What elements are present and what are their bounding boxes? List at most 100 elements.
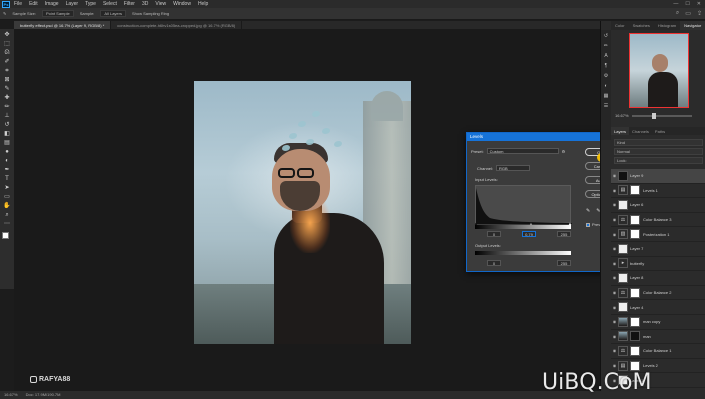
menu-filter[interactable]: Filter [124, 1, 135, 7]
layer-row[interactable]: ◉ ⚖ Color Balance 3 [611, 213, 705, 228]
navigator-thumbnail[interactable] [629, 33, 689, 108]
levels-titlebar[interactable]: Levels ✕ [467, 133, 621, 141]
black-input-slider[interactable]: ▲ [474, 221, 478, 226]
sample-select[interactable]: All Layers [100, 10, 126, 17]
workspace-icon[interactable]: ▭ [685, 10, 691, 17]
layer-row[interactable]: ◉ Layer 6 [611, 198, 705, 213]
menu-layer[interactable]: Layer [66, 1, 79, 7]
gradient-tool-icon[interactable]: ▤ [3, 140, 12, 147]
tab-paths[interactable]: Paths [652, 127, 668, 135]
output-black-value[interactable]: 0 [487, 260, 501, 266]
adjustments-icon[interactable]: ◐ [604, 83, 607, 89]
tab-channels[interactable]: Channels [629, 127, 652, 135]
hand-tool-icon[interactable]: ✋ [3, 203, 12, 210]
styles-icon[interactable]: ▦ [604, 93, 609, 99]
frame-tool-icon[interactable]: ⊠ [3, 77, 12, 84]
move-tool-icon[interactable]: ✥ [3, 32, 12, 39]
menu-file[interactable]: File [14, 1, 22, 7]
layer-row[interactable]: ◉ ▸ butterfly [611, 257, 705, 272]
zoom-tool-icon[interactable]: ⌕ [3, 212, 12, 219]
maximize-icon[interactable]: ☐ [685, 1, 689, 7]
visibility-eye-icon[interactable]: ◉ [611, 348, 618, 353]
menu-3d[interactable]: 3D [142, 1, 148, 7]
zoom-knob[interactable] [651, 112, 656, 119]
layer-row[interactable]: ◉ ⚖ Color Balance 1 [611, 344, 705, 359]
brush-tool-icon[interactable]: ✏ [3, 104, 12, 111]
layer-row[interactable]: ◉ man copy [611, 315, 705, 330]
history-icon[interactable]: ↺ [604, 33, 608, 39]
share-icon[interactable]: ⇪ [697, 10, 702, 17]
quick-select-tool-icon[interactable]: ✐ [3, 59, 12, 66]
shape-tool-icon[interactable]: ▭ [3, 194, 12, 201]
lock-controls[interactable]: Lock: [614, 157, 703, 164]
navigator-zoom-value[interactable]: 16.67% [615, 113, 629, 118]
white-input-slider[interactable]: ▲ [568, 221, 572, 226]
color-swatches[interactable] [2, 232, 12, 242]
tab-construction[interactable]: construction-complete-h6hv1s05ea-cropped… [111, 21, 243, 29]
healing-tool-icon[interactable]: ✚ [3, 95, 12, 102]
menu-type[interactable]: Type [85, 1, 96, 7]
layer-row[interactable]: ◉ Layer 4 [611, 300, 705, 315]
blend-mode-select[interactable]: Normal [614, 148, 703, 155]
eyedropper-tool-icon[interactable]: ✎ [3, 86, 12, 93]
eraser-tool-icon[interactable]: ◧ [3, 131, 12, 138]
menu-help[interactable]: Help [198, 1, 208, 7]
visibility-eye-icon[interactable]: ◉ [611, 290, 618, 295]
preview-checkbox[interactable] [586, 222, 590, 227]
path-select-tool-icon[interactable]: ➤ [3, 185, 12, 192]
dodge-tool-icon[interactable]: ◐ [3, 158, 12, 165]
marquee-tool-icon[interactable]: ⬚ [3, 41, 12, 48]
properties-icon[interactable]: ⚙ [604, 73, 608, 79]
menu-edit[interactable]: Edit [29, 1, 38, 7]
gray-input-slider[interactable]: ▲ [529, 221, 533, 226]
tab-color[interactable]: Color [611, 21, 629, 30]
preset-options-icon[interactable]: ⚙ [562, 149, 566, 154]
input-white-value[interactable]: 255 [557, 231, 571, 237]
zoom-slider[interactable] [631, 112, 692, 119]
visibility-eye-icon[interactable]: ◉ [611, 305, 618, 310]
visibility-eye-icon[interactable]: ◉ [611, 363, 618, 368]
tab-histogram[interactable]: Histogram [654, 21, 680, 30]
stamp-tool-icon[interactable]: ⊥ [3, 113, 12, 120]
preset-select[interactable]: Custom [486, 148, 559, 154]
visibility-eye-icon[interactable]: ◉ [611, 246, 618, 251]
type-tool-icon[interactable]: T [3, 176, 12, 183]
input-gamma-value[interactable]: 0,79 [522, 231, 536, 237]
layer-row[interactable]: ◉ ▥ Posterization 1 [611, 227, 705, 242]
visibility-eye-icon[interactable]: ◉ [611, 202, 618, 207]
visibility-eye-icon[interactable]: ◉ [611, 173, 618, 178]
visibility-eye-icon[interactable]: ◉ [611, 319, 618, 324]
pen-tool-icon[interactable]: ✒ [3, 167, 12, 174]
paragraph-icon[interactable]: ¶ [605, 63, 608, 69]
brush-settings-icon[interactable]: ✏ [604, 43, 608, 49]
input-black-value[interactable]: 0 [487, 231, 501, 237]
layer-row[interactable]: ◉ ▤ Levels 1 [611, 184, 705, 199]
document-canvas[interactable] [194, 81, 411, 344]
search-icon[interactable]: ⌕ [676, 10, 679, 17]
visibility-eye-icon[interactable]: ◉ [611, 188, 618, 193]
layer-row[interactable]: ◉ Layer 9 [611, 169, 705, 184]
output-white-value[interactable]: 255 [557, 260, 571, 266]
lasso-tool-icon[interactable]: ᘏ [3, 50, 12, 57]
tab-layers[interactable]: Layers [611, 127, 630, 135]
show-sampling-ring-checkbox[interactable]: Show Sampling Ring [132, 11, 169, 16]
visibility-eye-icon[interactable]: ◉ [611, 217, 618, 222]
history-brush-tool-icon[interactable]: ↺ [3, 122, 12, 129]
blur-tool-icon[interactable]: ● [3, 149, 12, 156]
menu-image[interactable]: Image [45, 1, 59, 7]
menu-view[interactable]: View [155, 1, 166, 7]
sample-size-select[interactable]: Point Sample [41, 10, 74, 17]
tab-navigator[interactable]: Navigator [680, 21, 705, 30]
visibility-eye-icon[interactable]: ◉ [611, 334, 618, 339]
libraries-icon[interactable]: ☰ [604, 103, 608, 109]
menu-select[interactable]: Select [103, 1, 117, 7]
character-icon[interactable]: A [604, 53, 607, 59]
tab-swatches[interactable]: Swatches [629, 21, 654, 30]
layer-row[interactable]: ◉ man [611, 330, 705, 345]
foreground-color-swatch[interactable] [2, 232, 9, 239]
layer-row[interactable]: ◉ ⚖ Color Balance 2 [611, 286, 705, 301]
menu-window[interactable]: Window [173, 1, 191, 7]
close-icon[interactable]: ✕ [697, 1, 701, 7]
layer-filter-kind[interactable]: Kind [614, 139, 703, 146]
more-tools-icon[interactable]: ⋯ [3, 221, 12, 228]
